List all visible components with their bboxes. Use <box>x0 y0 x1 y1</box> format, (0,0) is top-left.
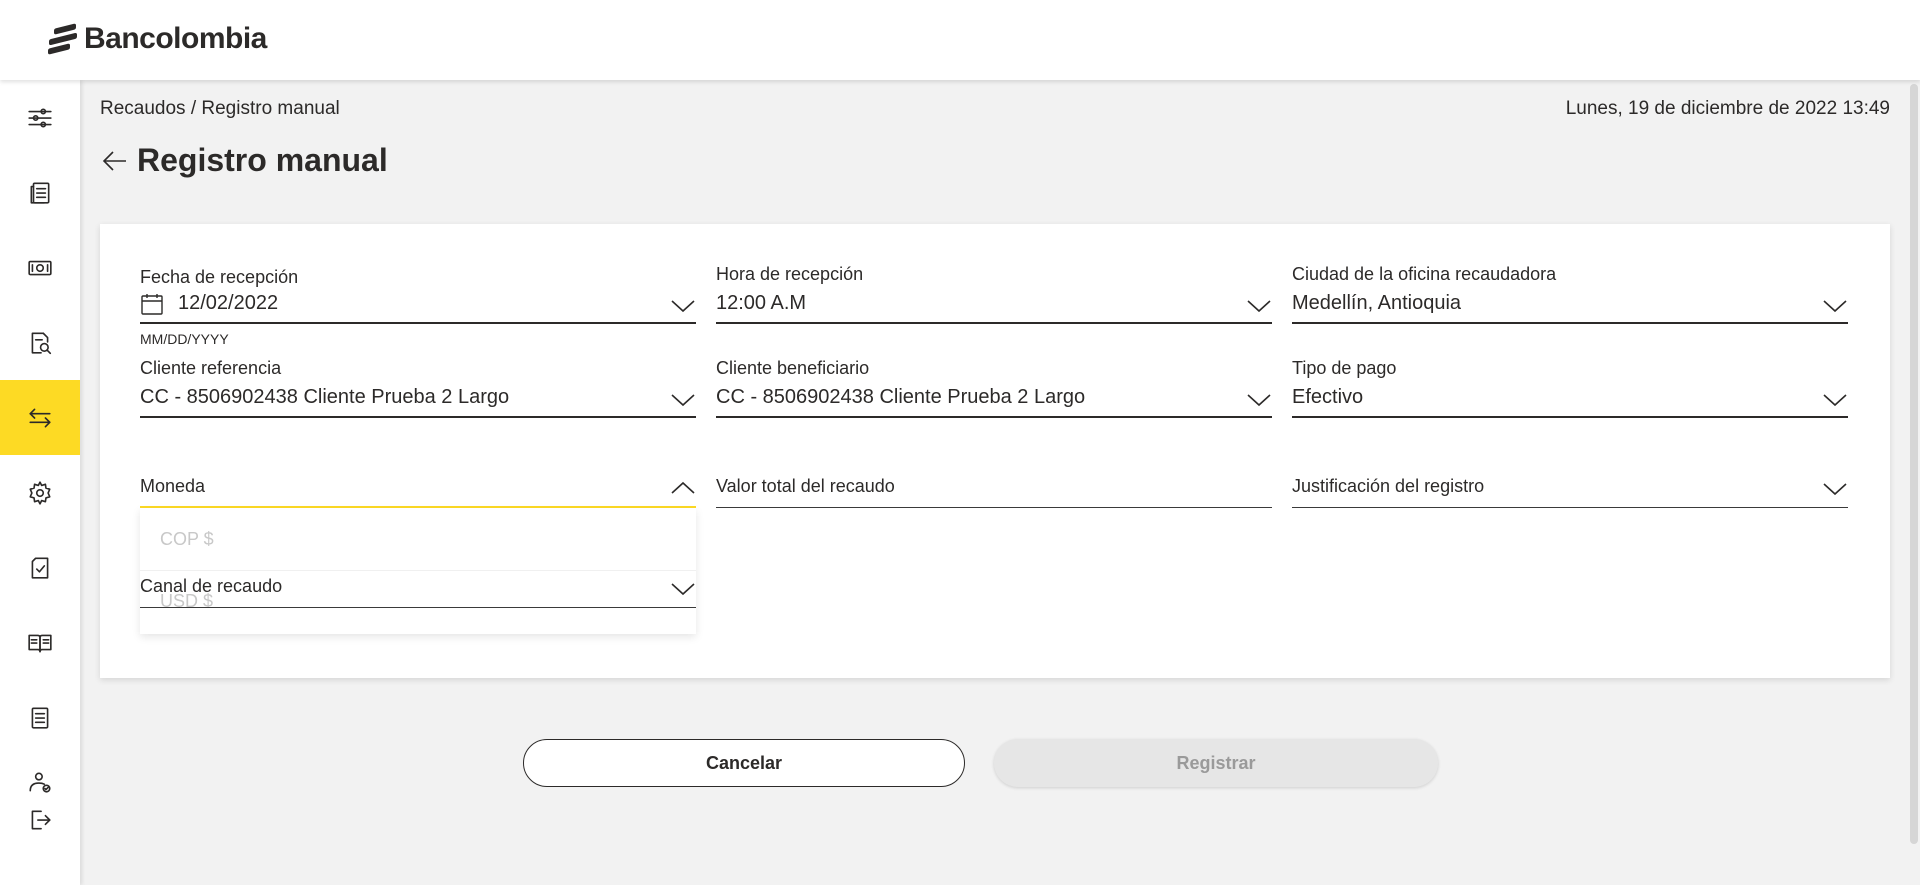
sidebar-item-search-docs[interactable] <box>0 305 80 380</box>
cliente-ben-chevron-down-icon[interactable] <box>1246 392 1272 408</box>
sidebar-item-settings[interactable] <box>0 455 80 530</box>
register-button[interactable]: Registrar <box>994 739 1438 787</box>
book-icon <box>28 634 52 652</box>
fecha-label: Fecha de recepción <box>140 267 299 287</box>
justificacion-field[interactable]: Justificación del registro <box>1292 476 1848 510</box>
sliders-icon <box>28 108 52 127</box>
logo-mark-icon <box>48 23 78 55</box>
sidebar-item-documents[interactable] <box>0 155 80 230</box>
valor-total-field[interactable]: Valor total del recaudo <box>716 476 1272 510</box>
transfer-arrows-icon <box>29 408 51 427</box>
logo-text: Bancolombia <box>84 22 267 55</box>
justificacion-label: Justificación del registro <box>1292 476 1485 496</box>
cliente-ref-label: Cliente referencia <box>140 358 282 378</box>
cliente-referencia-field[interactable]: Cliente referencia CC - 8506902438 Clien… <box>140 358 696 420</box>
fecha-chevron-down-icon[interactable] <box>670 298 696 314</box>
moneda-chevron-up-icon[interactable] <box>670 480 696 496</box>
vertical-scrollbar[interactable] <box>1910 84 1918 844</box>
sidebar-item-approvals[interactable] <box>0 530 80 605</box>
cliente-ref-value[interactable]: CC - 8506902438 Cliente Prueba 2 Largo <box>140 386 509 409</box>
top-bar: Bancolombia <box>0 0 1920 80</box>
sidebar-item-sliders[interactable] <box>0 80 80 155</box>
document-list-icon <box>30 181 50 204</box>
tipo-pago-label: Tipo de pago <box>1292 358 1397 378</box>
sidebar <box>0 80 80 885</box>
sidebar-item-logout[interactable] <box>0 795 80 845</box>
logout-icon <box>31 810 51 830</box>
page-title: Registro manual <box>137 142 388 178</box>
justificacion-chevron-down-icon[interactable] <box>1822 481 1848 497</box>
tipo-pago-chevron-down-icon[interactable] <box>1822 392 1848 408</box>
moneda-label: Moneda <box>140 476 206 496</box>
cliente-beneficiario-field[interactable]: Cliente beneficiario CC - 8506902438 Cli… <box>716 358 1272 420</box>
user-settings-icon <box>29 772 51 793</box>
ciudad-chevron-down-icon[interactable] <box>1822 298 1848 314</box>
bancolombia-logo[interactable]: Bancolombia <box>48 22 267 56</box>
fecha-recepcion-field[interactable]: Fecha de recepción 12/02/2022 MM/DD/YYYY <box>140 264 696 347</box>
tipo-pago-field[interactable]: Tipo de pago Efectivo <box>1292 358 1848 420</box>
hora-chevron-down-icon[interactable] <box>1246 298 1272 314</box>
document-check-icon <box>31 556 49 579</box>
cancel-button[interactable]: Cancelar <box>523 739 965 787</box>
hora-value[interactable]: 12:00 A.M <box>716 292 806 315</box>
fecha-value[interactable]: 12/02/2022 <box>178 292 278 315</box>
fecha-format-hint: MM/DD/YYYY <box>140 331 229 347</box>
moneda-dropdown-menu: COP $ USD $ <box>140 508 696 634</box>
sidebar-item-reports[interactable] <box>0 680 80 755</box>
moneda-field[interactable]: Moneda <box>140 476 696 510</box>
canal-recaudo-field[interactable]: Canal de recaudo <box>140 576 696 610</box>
hora-label: Hora de recepción <box>716 264 864 284</box>
gear-icon <box>29 480 51 505</box>
calendar-icon[interactable] <box>140 292 164 316</box>
current-datetime: Lunes, 19 de diciembre de 2022 13:49 <box>1565 98 1890 119</box>
sidebar-item-transfers[interactable] <box>0 380 80 455</box>
document-search-icon <box>31 331 52 354</box>
canal-chevron-down-icon[interactable] <box>670 581 696 597</box>
notebook-icon <box>31 706 49 729</box>
cash-icon <box>28 260 52 275</box>
ciudad-oficina-field[interactable]: Ciudad de la oficina recaudadora Medellí… <box>1292 264 1848 334</box>
ciudad-value[interactable]: Medellín, Antioquia <box>1292 292 1461 315</box>
hora-recepcion-field[interactable]: Hora de recepción 12:00 A.M <box>716 264 1272 334</box>
cliente-ref-chevron-down-icon[interactable] <box>670 392 696 408</box>
sidebar-item-cash[interactable] <box>0 230 80 305</box>
cliente-ben-value[interactable]: CC - 8506902438 Cliente Prueba 2 Largo <box>716 386 1085 409</box>
sidebar-item-guides[interactable] <box>0 605 80 680</box>
tipo-pago-value[interactable]: Efectivo <box>1292 386 1363 409</box>
arrow-left-icon <box>102 151 126 171</box>
ciudad-label: Ciudad de la oficina recaudadora <box>1292 264 1557 284</box>
valor-total-label: Valor total del recaudo <box>716 476 895 496</box>
cliente-ben-label: Cliente beneficiario <box>716 358 870 378</box>
canal-label: Canal de recaudo <box>140 576 283 596</box>
back-button[interactable] <box>100 146 130 176</box>
breadcrumb: Recaudos / Registro manual <box>100 98 340 119</box>
moneda-option-cop[interactable]: COP $ <box>160 529 214 550</box>
